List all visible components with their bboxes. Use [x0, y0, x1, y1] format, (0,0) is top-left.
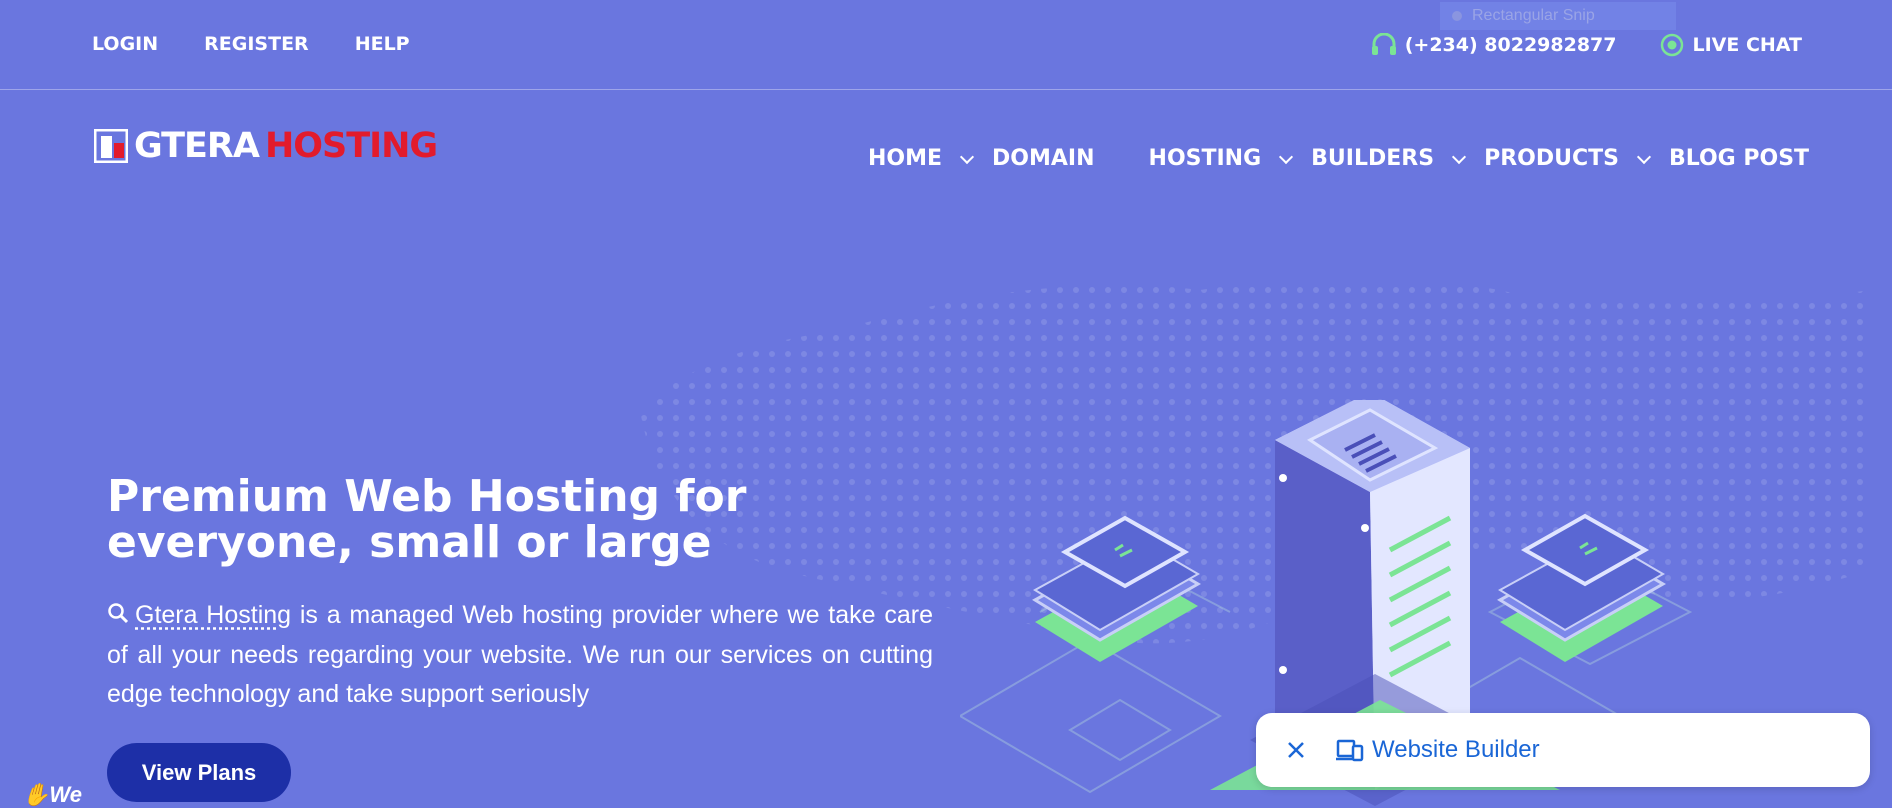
- headset-icon: [1371, 33, 1396, 55]
- hero-description: Gtera Hosting is a managed Web hosting p…: [107, 596, 933, 714]
- help-link[interactable]: HELP: [355, 33, 410, 55]
- nav-label-builders: BUILDERS: [1311, 146, 1435, 171]
- waving-hand-icon: ✋: [22, 782, 50, 807]
- top-bar: LOGIN REGISTER HELP Rectangular Snip (+2…: [0, 0, 1892, 90]
- live-chat-label: LIVE CHAT: [1692, 34, 1802, 56]
- snip-icon: [1452, 11, 1462, 21]
- nav-label-home: HOME: [868, 146, 943, 171]
- chevron-down-icon[interactable]: [1636, 149, 1652, 164]
- contact-bar: (+234) 8022982877 LIVE CHAT: [1371, 33, 1802, 57]
- devices-icon: [1336, 739, 1364, 762]
- nav-label-products: PRODUCTS: [1484, 146, 1619, 171]
- nav-item-home[interactable]: HOME: [868, 146, 992, 171]
- logo-text-secondary: HOSTING: [264, 126, 438, 166]
- rectangular-snip-overlay: Rectangular Snip: [1440, 2, 1676, 30]
- website-builder-label: Website Builder: [1372, 736, 1540, 763]
- view-plans-button[interactable]: View Plans: [107, 743, 291, 802]
- nav-item-domain[interactable]: DOMAIN: [992, 146, 1094, 171]
- welcome-badge: ✋We: [22, 782, 82, 808]
- chevron-down-icon[interactable]: [1279, 149, 1294, 164]
- logo-text-primary: GTERA: [134, 126, 260, 166]
- live-chat-link[interactable]: LIVE CHAT: [1660, 33, 1802, 57]
- nav-item-blog-post[interactable]: BLOG POST: [1669, 146, 1809, 171]
- hero-title: Premium Web Hosting for everyone, small …: [107, 471, 747, 568]
- close-icon: [1288, 742, 1304, 758]
- logo-mark-icon: [94, 129, 128, 163]
- site-logo[interactable]: GTERA HOSTING: [94, 126, 438, 166]
- main-nav: HOME DOMAIN HOSTING BUILDERS PRODUCTS BL…: [868, 146, 1809, 171]
- target-icon: [1661, 33, 1684, 57]
- gtera-hosting-link[interactable]: Gtera Hosting: [135, 601, 291, 629]
- welcome-badge-text: We: [49, 782, 83, 807]
- chevron-down-icon[interactable]: [959, 149, 975, 164]
- phone-contact[interactable]: (+234) 8022982877: [1371, 33, 1617, 57]
- nav-item-hosting[interactable]: HOSTING: [1149, 146, 1312, 171]
- login-link[interactable]: LOGIN: [92, 33, 158, 55]
- website-builder-link[interactable]: Website Builder: [1336, 736, 1540, 764]
- register-link[interactable]: REGISTER: [204, 33, 309, 55]
- nav-label-domain: DOMAIN: [992, 146, 1095, 171]
- top-links: LOGIN REGISTER HELP: [92, 33, 410, 55]
- nav-item-products[interactable]: PRODUCTS: [1484, 146, 1669, 171]
- nav-label-blog-post: BLOG POST: [1668, 146, 1810, 171]
- search-icon[interactable]: [107, 597, 129, 636]
- snip-label: Rectangular Snip: [1472, 7, 1595, 24]
- phone-number: (+234) 8022982877: [1404, 34, 1617, 56]
- website-builder-toast: Website Builder: [1256, 713, 1870, 787]
- close-toast-button[interactable]: [1278, 732, 1314, 768]
- nav-label-hosting: HOSTING: [1148, 146, 1262, 171]
- chevron-down-icon[interactable]: [1452, 149, 1467, 164]
- nav-item-builders[interactable]: BUILDERS: [1311, 146, 1484, 171]
